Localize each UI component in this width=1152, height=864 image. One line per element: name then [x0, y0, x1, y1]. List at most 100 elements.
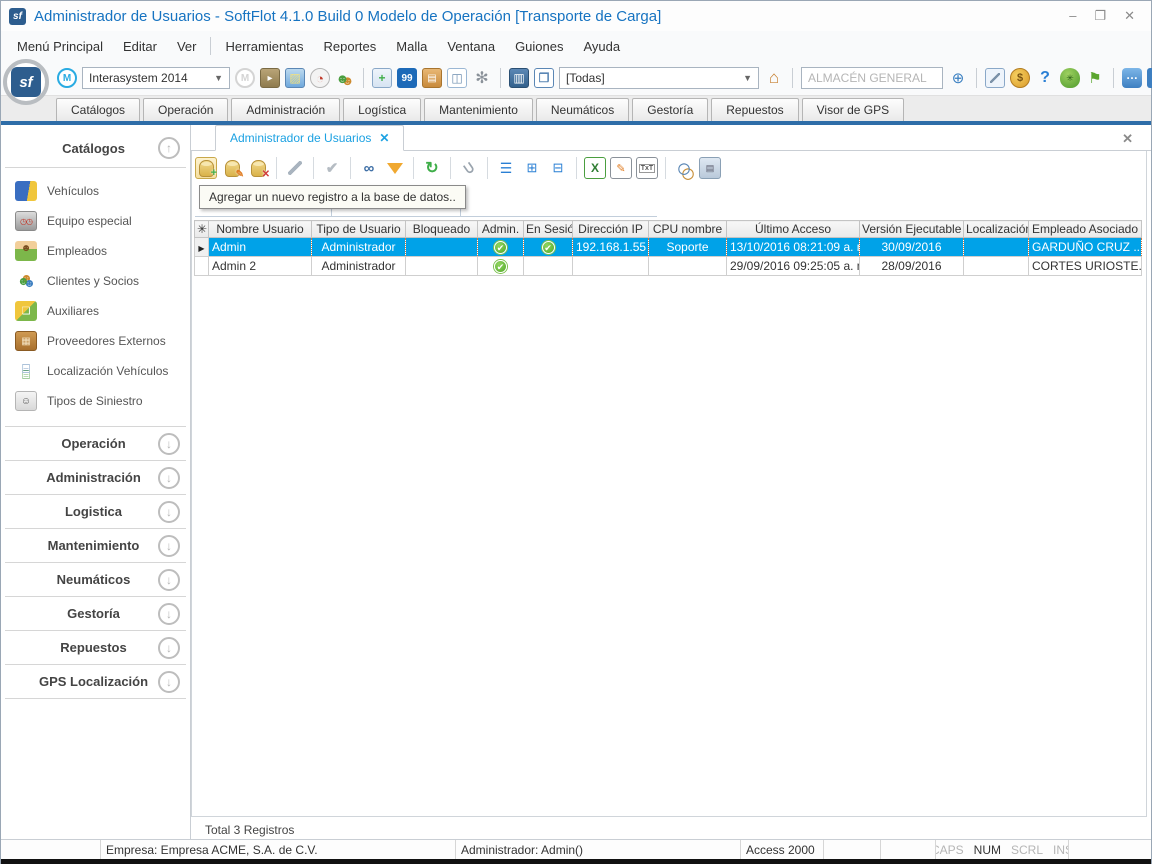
expand-down-icon[interactable]: ↓ — [158, 467, 180, 489]
column-header-cpu-nombre[interactable]: CPU nombre — [649, 221, 727, 238]
help-icon[interactable] — [1035, 68, 1055, 88]
attachment-icon[interactable] — [458, 157, 480, 179]
sidebar-section-logistica[interactable]: Logistica ↓ — [1, 495, 190, 528]
cell-direccion-ip[interactable] — [573, 257, 649, 276]
sidebar-section-administracion[interactable]: Administración ↓ — [1, 461, 190, 494]
print-icon[interactable] — [699, 157, 721, 179]
cell-localizacion[interactable] — [964, 238, 1029, 257]
sidebar-section-catalogos[interactable]: Catálogos ↑ — [1, 125, 190, 167]
sidebar-item-proveedores-externos[interactable]: Proveedores Externos — [15, 326, 190, 356]
wrench-icon[interactable] — [284, 157, 306, 179]
sidebar-item-empleados[interactable]: Empleados — [15, 236, 190, 266]
cell-tipo[interactable]: Administrador — [312, 257, 406, 276]
menu-herramientas[interactable]: Herramientas — [215, 35, 313, 58]
cell-tipo[interactable]: Administrador — [312, 238, 406, 257]
cell-en-sesion[interactable] — [524, 238, 573, 257]
expand-down-icon[interactable]: ↓ — [158, 433, 180, 455]
tab-administracion[interactable]: Administración — [231, 98, 340, 121]
sidebar-section-neumaticos[interactable]: Neumáticos ↓ — [1, 563, 190, 596]
collapse-up-icon[interactable]: ↑ — [158, 137, 180, 159]
menu-ver[interactable]: Ver — [167, 35, 207, 58]
close-document-icon[interactable]: ✕ — [1122, 131, 1133, 147]
table-row-admin[interactable]: ▶ Admin Administrador 192.168.1.55 Sopor… — [195, 238, 1142, 257]
close-icon[interactable]: ✕ — [1124, 8, 1135, 24]
search-binoculars-icon[interactable] — [358, 157, 380, 179]
refresh-icon[interactable] — [421, 157, 443, 179]
add-record-button[interactable]: + — [195, 157, 217, 179]
table-row-admin-2[interactable]: Admin 2 Administrador 29/09/2016 09:25:0… — [195, 257, 1142, 276]
sidebar-item-localizacion-vehiculos[interactable]: Localización Vehículos — [15, 356, 190, 386]
expand-down-icon[interactable]: ↓ — [158, 603, 180, 625]
menu-ayuda[interactable]: Ayuda — [573, 35, 630, 58]
sidebar-item-vehiculos[interactable]: Vehículos — [15, 176, 190, 206]
sidebar-section-operacion[interactable]: Operación ↓ — [1, 427, 190, 460]
column-header-empleado-asociado[interactable]: Empleado Asociado — [1029, 221, 1142, 238]
cell-admin[interactable] — [478, 238, 524, 257]
tab-visor-de-gps[interactable]: Visor de GPS — [802, 98, 904, 121]
profile-m-icon[interactable] — [57, 68, 77, 88]
tab-close-icon[interactable]: ✕ — [379, 131, 389, 145]
tools-icon[interactable] — [985, 68, 1005, 88]
image-icon[interactable] — [285, 68, 305, 88]
column-header-bloqueado[interactable]: Bloqueado — [406, 221, 478, 238]
cell-empleado[interactable]: CORTES URIOSTE... — [1029, 257, 1142, 276]
sidebar-section-mantenimiento[interactable]: Mantenimiento ↓ — [1, 529, 190, 562]
clipboard-icon[interactable] — [422, 68, 442, 88]
sidebar-item-auxiliares[interactable]: Auxiliares — [15, 296, 190, 326]
users-group-icon[interactable] — [335, 68, 355, 88]
gear-icon[interactable] — [472, 68, 492, 88]
restore-icon[interactable]: ❐ — [1094, 8, 1106, 24]
sidebar-section-gestoria[interactable]: Gestoría ↓ — [1, 597, 190, 630]
column-header-admin[interactable]: Admin. — [478, 221, 524, 238]
cell-ultimo-acceso[interactable]: 29/09/2016 09:25:05 a. m. — [727, 257, 860, 276]
menu-editar[interactable]: Editar — [113, 35, 167, 58]
archive-icon[interactable] — [260, 68, 280, 88]
coins-icon[interactable] — [1010, 68, 1030, 88]
window-layout-icon[interactable] — [447, 68, 467, 88]
cell-direccion-ip[interactable]: 192.168.1.55 — [573, 238, 649, 257]
tree-collapse-icon[interactable] — [547, 157, 569, 179]
minimize-icon[interactable]: – — [1069, 8, 1076, 24]
sidebar-section-gps-localizacion[interactable]: GPS Localización ↓ — [1, 665, 190, 698]
export-txt-icon[interactable] — [636, 157, 658, 179]
column-header-ultimo-acceso[interactable]: Último Acceso — [727, 221, 860, 238]
confirm-icon[interactable] — [321, 157, 343, 179]
print-preview-icon[interactable] — [673, 157, 695, 179]
exit-icon[interactable] — [1147, 68, 1152, 88]
badge-99-icon[interactable]: 99 — [397, 68, 417, 88]
todas-filter-combobox[interactable]: [Todas]▼ — [559, 67, 759, 89]
globe-icon[interactable] — [948, 68, 968, 88]
column-header-localizacion[interactable]: Localización — [964, 221, 1029, 238]
expand-down-icon[interactable]: ↓ — [158, 671, 180, 693]
column-header-direccion-ip[interactable]: Dirección IP — [573, 221, 649, 238]
cell-bloqueado[interactable] — [406, 257, 478, 276]
chat-icon[interactable] — [1122, 68, 1142, 88]
column-header-version-ejecutable[interactable]: Versión Ejecutable — [860, 221, 964, 238]
cell-admin[interactable] — [478, 257, 524, 276]
tab-operacion[interactable]: Operación — [143, 98, 228, 121]
delete-record-button[interactable]: ✕ — [247, 157, 269, 179]
tab-administrador-de-usuarios[interactable]: Administrador de Usuarios ✕ — [215, 125, 404, 151]
expand-down-icon[interactable]: ↓ — [158, 501, 180, 523]
tree-view-icon[interactable] — [495, 157, 517, 179]
cell-bloqueado[interactable] — [406, 238, 478, 257]
sidebar-item-tipos-de-siniestro[interactable]: Tipos de Siniestro — [15, 386, 190, 416]
cell-nombre[interactable]: Admin 2 — [209, 257, 312, 276]
flag-icon[interactable] — [1085, 68, 1105, 88]
sidebar-section-repuestos[interactable]: Repuestos ↓ — [1, 631, 190, 664]
menu-guiones[interactable]: Guiones — [505, 35, 573, 58]
expand-down-icon[interactable]: ↓ — [158, 535, 180, 557]
users-grid[interactable]: ✳ Nombre Usuario Tipo de Usuario Bloquea… — [194, 220, 1142, 276]
tab-mantenimiento[interactable]: Mantenimiento — [424, 98, 533, 121]
almacen-general-field[interactable]: ALMACÉN GENERAL — [801, 67, 943, 89]
bug-icon[interactable] — [1060, 68, 1080, 88]
menu-reportes[interactable]: Reportes — [314, 35, 387, 58]
column-header-tipo-de-usuario[interactable]: Tipo de Usuario — [312, 221, 406, 238]
menu-menu-principal[interactable]: Menú Principal — [7, 35, 113, 58]
tab-logistica[interactable]: Logística — [343, 98, 421, 121]
expand-down-icon[interactable]: ↓ — [158, 569, 180, 591]
cell-version[interactable]: 30/09/2016 — [860, 238, 964, 257]
notebook-icon[interactable] — [509, 68, 529, 88]
menu-ventana[interactable]: Ventana — [437, 35, 505, 58]
tab-gestoria[interactable]: Gestoría — [632, 98, 708, 121]
